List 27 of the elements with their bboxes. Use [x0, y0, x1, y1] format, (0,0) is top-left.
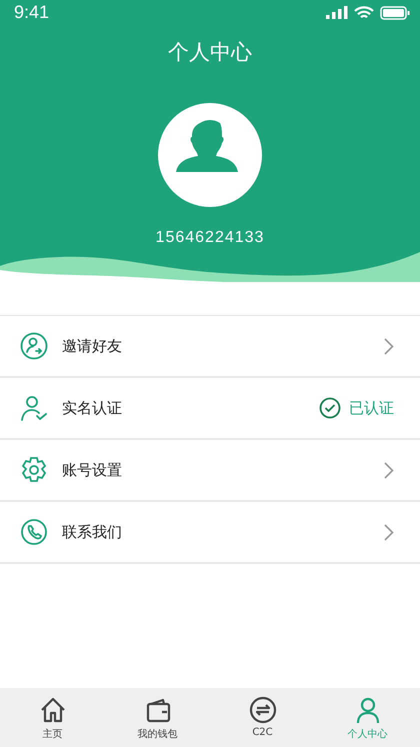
status-time: 9:41 — [14, 2, 50, 23]
nav-tab[interactable]: 主页 — [0, 688, 105, 747]
battery-icon — [380, 6, 410, 20]
page-title: 个人中心 — [168, 39, 252, 66]
check-circle-icon — [319, 397, 341, 419]
menu-item[interactable]: 邀请好友 — [0, 316, 420, 378]
menu-item[interactable]: 联系我们 — [0, 502, 420, 564]
nav-tab[interactable]: C2C — [210, 688, 315, 747]
phone-icon — [20, 518, 48, 546]
exchange-icon — [248, 696, 276, 724]
menu-label: 联系我们 — [62, 522, 123, 542]
menu-label: 账号设置 — [62, 460, 123, 480]
settings-icon — [20, 456, 48, 484]
verified-status: 已认证 — [349, 398, 394, 418]
phone-number: 15646224133 — [156, 229, 264, 247]
menu-item[interactable]: 实名认证 已认证 — [0, 378, 420, 440]
menu-item[interactable]: 账号设置 — [0, 440, 420, 502]
menu-label: 邀请好友 — [62, 336, 123, 356]
chevron-right-icon — [384, 462, 394, 478]
menu-label: 实名认证 — [62, 398, 123, 418]
person-check-icon — [20, 394, 48, 422]
chevron-right-icon — [384, 338, 394, 354]
signal-icon — [326, 6, 348, 19]
wifi-icon — [354, 6, 374, 20]
home-icon — [38, 696, 66, 724]
chevron-right-icon — [384, 524, 394, 540]
nav-tab[interactable]: 我的钱包 — [105, 688, 210, 747]
